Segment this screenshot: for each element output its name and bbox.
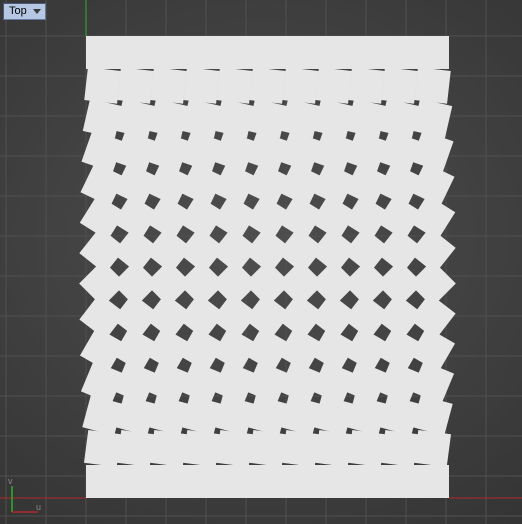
pattern-cell <box>185 465 218 498</box>
pattern-cell <box>348 430 385 467</box>
pattern-cell <box>317 36 350 69</box>
pattern-cell <box>315 67 351 103</box>
pattern-cell <box>411 361 454 404</box>
pattern-cell <box>119 465 152 498</box>
dropdown-arrow-icon <box>33 9 41 14</box>
pattern-cell <box>119 36 152 69</box>
pattern-cell <box>282 67 318 103</box>
pattern-cell <box>345 361 388 404</box>
pattern-cell <box>82 395 122 435</box>
pattern-cell <box>183 67 219 103</box>
pattern-cell <box>150 67 186 103</box>
pattern-cell <box>284 465 317 498</box>
pattern-cell <box>115 395 155 435</box>
pattern-cell <box>381 430 418 467</box>
pattern-cell <box>414 430 451 467</box>
pattern-cell <box>81 361 124 404</box>
pattern-cell <box>281 99 321 139</box>
pattern-cell <box>350 36 383 69</box>
pattern-cell <box>315 430 352 467</box>
pattern-cell <box>416 465 449 498</box>
pattern-cell <box>83 99 123 139</box>
pattern-cell <box>414 67 450 103</box>
pattern-cell <box>147 361 190 404</box>
pattern-cell <box>412 395 452 435</box>
pattern-cell <box>183 430 220 467</box>
pattern-cell <box>180 361 223 404</box>
pattern-cell <box>251 465 284 498</box>
pattern-cell <box>84 67 120 103</box>
viewport-label-text: Top <box>9 5 27 18</box>
pattern-cell <box>350 465 383 498</box>
pattern-cell <box>116 99 156 139</box>
pattern-cell <box>152 465 185 498</box>
pattern-cell <box>248 99 288 139</box>
pattern-cell <box>148 395 188 435</box>
pattern-cell <box>181 395 221 435</box>
pattern-cell <box>317 465 350 498</box>
pattern-cell <box>216 67 252 103</box>
pattern-cell <box>247 395 287 435</box>
pattern-cell <box>185 36 218 69</box>
pattern-object[interactable] <box>79 36 456 498</box>
pattern-cell <box>314 99 354 139</box>
pattern-cell <box>312 361 355 404</box>
pattern-cell <box>150 430 187 467</box>
pattern-cell <box>117 67 153 103</box>
pattern-cell <box>346 395 386 435</box>
pattern-cell <box>282 430 319 467</box>
pattern-cell <box>216 430 253 467</box>
pattern-cell <box>348 67 384 103</box>
pattern-cell <box>152 36 185 69</box>
pattern-cell <box>114 361 157 404</box>
pattern-cell <box>249 67 285 103</box>
pattern-cell <box>284 36 317 69</box>
pattern-cell <box>279 361 322 404</box>
pattern-cell <box>213 361 256 404</box>
pattern-cell <box>218 36 251 69</box>
pattern-cell <box>416 36 449 69</box>
viewport[interactable]: Top v u <box>0 0 522 524</box>
pattern-cell <box>378 361 421 404</box>
pattern-cell <box>381 67 417 103</box>
axis-indicator: v u <box>6 478 46 518</box>
pattern-cell <box>182 99 222 139</box>
pattern-cell <box>117 430 154 467</box>
pattern-cell <box>215 99 255 139</box>
pattern-cell <box>379 395 419 435</box>
pattern-cell <box>251 36 284 69</box>
pattern-cell <box>380 99 420 139</box>
pattern-cell <box>149 99 189 139</box>
viewport-label-button[interactable]: Top <box>3 3 46 20</box>
pattern-cell <box>246 361 289 404</box>
pattern-cell <box>84 430 121 467</box>
pattern-cell <box>218 465 251 498</box>
pattern-cell <box>86 36 119 69</box>
pattern-cell <box>214 395 254 435</box>
pattern-cell <box>383 465 416 498</box>
viewport-canvas[interactable] <box>0 0 522 524</box>
pattern-cell <box>383 36 416 69</box>
pattern-cell <box>249 430 286 467</box>
axis-v-label: v <box>8 476 13 486</box>
pattern-cell <box>313 395 353 435</box>
pattern-cell <box>347 99 387 139</box>
pattern-cell <box>86 465 119 498</box>
axis-u-label: u <box>36 502 41 512</box>
